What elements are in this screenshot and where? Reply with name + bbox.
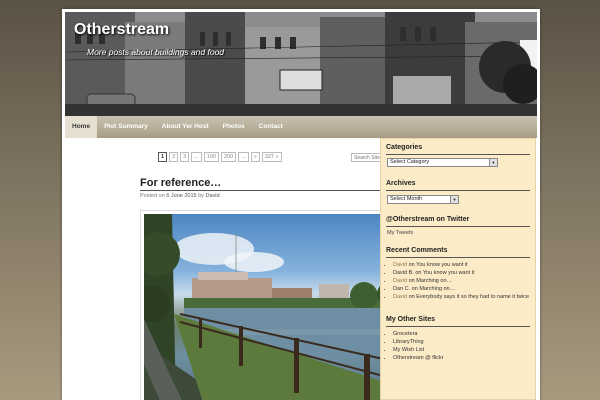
comment-post-link[interactable]: You know you want it	[416, 262, 467, 268]
divider	[386, 154, 530, 155]
list-item: David on Marching on…	[393, 277, 531, 285]
comment-author-name: Dan C.	[393, 286, 411, 292]
by-label: by	[198, 193, 204, 199]
archive-select-value: Select Month	[390, 196, 423, 202]
nav-plot-summary[interactable]: Plot Summary	[97, 116, 155, 138]
page-link[interactable]: 100	[203, 152, 219, 162]
sidebar: Categories Select Category ▼ Archives Se…	[380, 138, 536, 400]
post-author-link[interactable]: David	[205, 193, 219, 199]
comment-post-link[interactable]: Marching on…	[416, 278, 452, 284]
divider	[386, 190, 530, 191]
comment-author-link[interactable]: David	[393, 262, 407, 268]
chevron-down-icon: ▼	[450, 196, 458, 203]
header-banner: Otherstream More posts about buildings a…	[65, 12, 537, 116]
widget-title-twitter: @Otherstream on Twitter	[386, 216, 470, 223]
nav-photos[interactable]: Photos	[216, 116, 252, 138]
site-link[interactable]: Otherstream @ flickr	[393, 355, 444, 361]
page-ellipsis: ...	[191, 152, 202, 162]
nav-about[interactable]: About Yer Host	[155, 116, 216, 138]
main-nav: Home Plot Summary About Yer Host Photos …	[65, 116, 537, 138]
page-next[interactable]: »	[250, 152, 260, 162]
comment-post-link[interactable]: You know you want it	[423, 270, 474, 276]
comment-author-link[interactable]: David	[393, 294, 407, 300]
page-last[interactable]: 327 »	[261, 152, 282, 162]
nav-contact[interactable]: Contact	[252, 116, 290, 138]
post-title[interactable]: For reference…	[140, 177, 221, 189]
nav-home[interactable]: Home	[65, 116, 98, 138]
list-item: Grocetera	[393, 330, 531, 338]
site-link[interactable]: Grocetera	[393, 331, 417, 337]
recent-comments-list: David on You know you want it David B. o…	[393, 261, 531, 301]
site-link[interactable]: LibraryThing	[393, 339, 424, 345]
list-item: David on Everybody says it so they had t…	[393, 293, 531, 301]
divider	[386, 326, 530, 327]
archive-select[interactable]: Select Month ▼	[387, 195, 459, 204]
post-image-frame	[140, 210, 410, 400]
comment-post-link[interactable]: Everybody says it so they had to name it…	[416, 294, 529, 300]
divider	[386, 226, 530, 227]
list-item: Otherstream @ flickr	[393, 354, 531, 362]
post-image[interactable]	[144, 214, 406, 400]
post-meta: Posted on 6 June 2015 by David	[140, 193, 220, 199]
list-item: LibraryThing	[393, 338, 531, 346]
pagination: 1 2 3 ... 100 200 ... » 327 »	[158, 152, 282, 162]
my-tweets-link[interactable]: My Tweets	[387, 230, 413, 236]
on-label: on	[415, 270, 422, 276]
list-item: David B. on You know you want it	[393, 269, 531, 277]
list-item: Dan C. on Marching on…	[393, 285, 531, 293]
widget-title-other-sites: My Other Sites	[386, 316, 436, 323]
site-title[interactable]: Otherstream	[74, 21, 169, 39]
list-item: My Wish List	[393, 346, 531, 354]
site-link[interactable]: My Wish List	[393, 347, 424, 353]
page-ellipsis: ...	[238, 152, 249, 162]
widget-title-archives: Archives	[386, 180, 416, 187]
on-label: on	[408, 294, 415, 300]
post-date-link[interactable]: 6 June 2015	[166, 193, 196, 199]
page-link[interactable]: 2	[169, 152, 179, 162]
category-select[interactable]: Select Category ▼	[387, 158, 498, 167]
chevron-down-icon: ▼	[489, 159, 497, 166]
comment-author-link[interactable]: David	[393, 278, 407, 284]
page-link[interactable]: 1	[158, 152, 168, 162]
widget-title-categories: Categories	[386, 144, 423, 151]
list-item: David on You know you want it	[393, 261, 531, 269]
other-sites-list: Grocetera LibraryThing My Wish List Othe…	[393, 330, 531, 362]
page-link[interactable]: 200	[220, 152, 237, 162]
comment-author-name: David B.	[393, 270, 414, 276]
site-description: More posts about buildings and food	[87, 47, 225, 57]
on-label: on	[411, 286, 418, 292]
page-link[interactable]: 3	[180, 152, 190, 162]
on-label: on	[408, 278, 415, 284]
posted-on-label: Posted on	[140, 193, 165, 199]
widget-title-recent-comments: Recent Comments	[386, 247, 448, 254]
divider	[386, 257, 530, 258]
comment-post-link[interactable]: Marching on…	[419, 286, 455, 292]
landscape-photo	[144, 214, 406, 400]
on-label: on	[408, 262, 415, 268]
category-select-value: Select Category	[390, 159, 430, 165]
